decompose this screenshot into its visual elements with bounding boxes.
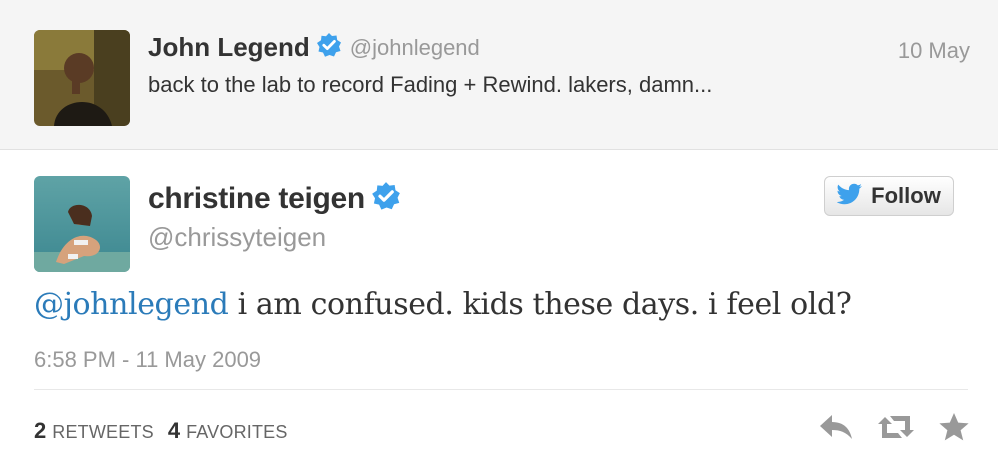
retweets-label[interactable]: RETWEETS bbox=[52, 422, 154, 443]
tweet-actions bbox=[796, 412, 970, 442]
parent-tweet-date[interactable]: 10 May bbox=[898, 38, 970, 64]
mention-link[interactable]: @johnlegend bbox=[34, 287, 229, 322]
author-handle[interactable]: @chrissyteigen bbox=[148, 222, 326, 253]
parent-author-handle[interactable]: @johnlegend bbox=[350, 35, 480, 61]
twitter-bird-icon bbox=[836, 183, 863, 210]
parent-tweet[interactable]: John Legend @johnlegend 10 May back to t… bbox=[0, 0, 998, 150]
tweet-stats: 2 RETWEETS 4 FAVORITES bbox=[34, 418, 302, 444]
favorites-label[interactable]: FAVORITES bbox=[186, 422, 288, 443]
retweets-count[interactable]: 2 bbox=[34, 418, 46, 444]
follow-button-label: Follow bbox=[871, 183, 941, 208]
follow-button[interactable]: Follow bbox=[824, 176, 954, 216]
retweet-icon[interactable] bbox=[876, 413, 916, 441]
verified-badge-icon bbox=[371, 181, 401, 216]
tweet-body: i am confused. kids these days. i feel o… bbox=[228, 287, 852, 322]
star-icon[interactable] bbox=[938, 412, 970, 442]
tweet-timestamp[interactable]: 6:58 PM - 11 May 2009 bbox=[34, 347, 261, 373]
divider bbox=[34, 389, 968, 390]
parent-tweet-text: back to the lab to record Fading + Rewin… bbox=[148, 72, 713, 97]
tweet-text: @johnlegend i am confused. kids these da… bbox=[34, 287, 852, 322]
reply-icon[interactable] bbox=[818, 413, 854, 441]
favorites-count[interactable]: 4 bbox=[168, 418, 180, 444]
christine-teigen-avatar[interactable] bbox=[34, 176, 130, 272]
verified-badge-icon bbox=[316, 32, 342, 63]
author-name[interactable]: christine teigen bbox=[148, 182, 365, 216]
john-legend-avatar[interactable] bbox=[34, 30, 130, 126]
parent-author-name[interactable]: John Legend bbox=[148, 32, 310, 63]
